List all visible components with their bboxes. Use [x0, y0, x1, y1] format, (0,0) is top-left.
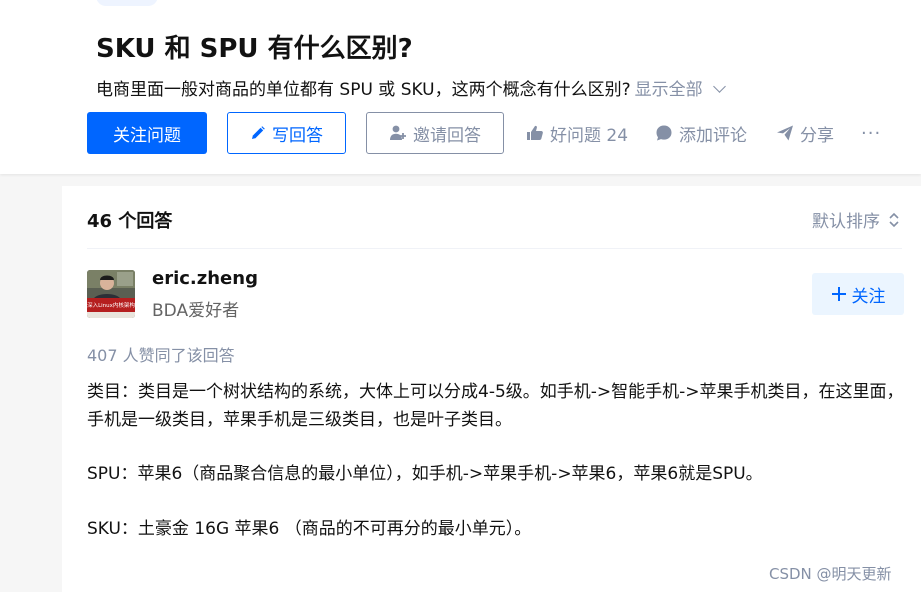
write-answer-button[interactable]: 写回答 — [227, 112, 346, 154]
answer-count: 46 个回答 — [87, 211, 173, 232]
invite-answer-label: 邀请回答 — [413, 125, 481, 146]
answer-paragraph: SPU：苹果6（商品聚合信息的最小单位），如手机->苹果手机->苹果6，苹果6就… — [87, 464, 763, 484]
add-comment-label: 添加评论 — [679, 125, 747, 146]
invite-answer-button[interactable]: 邀请回答 — [366, 112, 504, 154]
avatar-caption: 深入Linux内核架构 — [87, 301, 135, 309]
follow-author-label: 关注 — [851, 286, 886, 307]
follow-question-label: 关注问题 — [113, 125, 181, 146]
answer-content: 类目：类目是一个树状结构的系统，大体上可以分成4-5级。如手机->智能手机->苹… — [87, 379, 905, 543]
comment-icon — [656, 125, 672, 141]
follow-author-button[interactable]: 关注 — [812, 273, 904, 315]
paper-plane-icon — [777, 125, 793, 141]
sort-dropdown[interactable]: 默认排序 — [812, 207, 900, 232]
plus-icon — [831, 287, 846, 301]
pencil-icon — [252, 126, 265, 139]
more-menu-button[interactable]: ··· — [861, 112, 881, 154]
follow-question-button[interactable]: 关注问题 — [87, 112, 207, 154]
question-detail-text: 电商里面一般对商品的单位都有 SPU 或 SKU，这两个概念有什么区别? — [96, 80, 631, 100]
thumbs-up-icon — [527, 125, 543, 140]
question-header: SKU 和 SPU 有什么区别? 电商里面一般对商品的单位都有 SPU 或 SK… — [0, 0, 921, 174]
share-label: 分享 — [800, 125, 834, 146]
author-bio: BDA爱好者 — [152, 301, 240, 321]
write-answer-label: 写回答 — [272, 125, 323, 146]
sort-label: 默认排序 — [812, 212, 880, 232]
add-user-icon — [390, 125, 406, 140]
vote-count: 407 人赞同了该回答 — [87, 346, 235, 365]
sort-chevron-icon — [889, 212, 899, 227]
answer-paragraph: 类目：类目是一个树状结构的系统，大体上可以分成4-5级。如手机->智能手机->苹… — [87, 382, 904, 430]
answer-paragraph: SKU：土豪金 16G 苹果6 （商品的不可再分的最小单元）。 — [87, 518, 532, 539]
topic-tag[interactable] — [96, 0, 158, 6]
add-comment-button[interactable]: 添加评论 — [655, 112, 747, 154]
good-question-button[interactable]: 好问题 24 — [526, 112, 628, 154]
more-icon: ··· — [861, 122, 882, 144]
divider — [87, 248, 902, 249]
question-title[interactable]: SKU 和 SPU 有什么区别? — [96, 28, 413, 65]
answers-card: 46 个回答 默认排序 深入Linux内核架构 eric.zheng BDA爱好… — [62, 186, 921, 592]
author-name[interactable]: eric.zheng — [152, 268, 258, 289]
good-question-label: 好问题 24 — [550, 125, 629, 146]
avatar[interactable]: 深入Linux内核架构 — [87, 270, 135, 318]
question-detail: 电商里面一般对商品的单位都有 SPU 或 SKU，这两个概念有什么区别? 显示全部 — [96, 75, 726, 100]
show-all-button[interactable]: 显示全部 — [635, 80, 703, 100]
share-button[interactable]: 分享 — [776, 112, 834, 154]
chevron-down-icon[interactable] — [712, 80, 726, 93]
watermark: CSDN @明天更新 — [769, 565, 892, 583]
